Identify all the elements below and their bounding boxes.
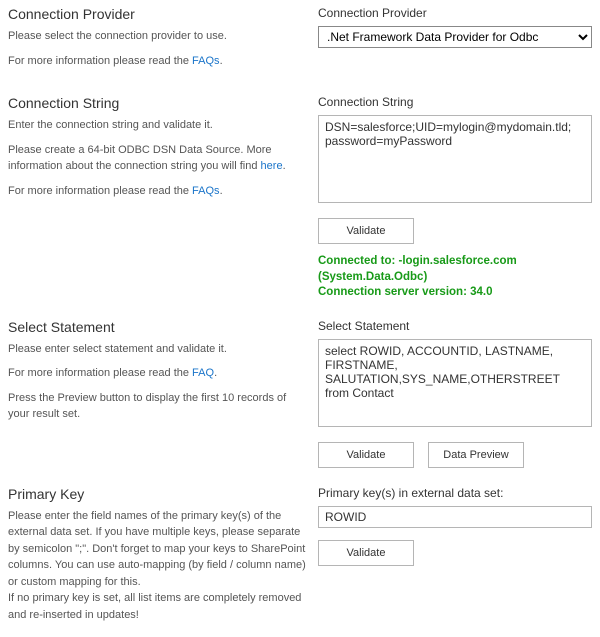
- provider-title: Connection Provider: [8, 6, 308, 22]
- connstr-field-label: Connection String: [318, 95, 592, 109]
- pk-input[interactable]: [318, 506, 592, 528]
- select-preview-note: Press the Preview button to display the …: [8, 390, 308, 423]
- select-more-info: For more information please read the FAQ…: [8, 365, 308, 382]
- connstr-faqs-link[interactable]: FAQs: [192, 185, 220, 197]
- connstr-textarea[interactable]: [318, 115, 592, 203]
- connstr-more-info: For more information please read the FAQ…: [8, 183, 308, 200]
- pk-validate-button[interactable]: Validate: [318, 540, 414, 566]
- pk-desc: Please enter the field names of the prim…: [8, 508, 308, 624]
- select-title: Select Statement: [8, 319, 308, 335]
- select-desc: Please enter select statement and valida…: [8, 341, 308, 358]
- connstr-note: Please create a 64-bit ODBC DSN Data Sou…: [8, 142, 308, 175]
- select-validate-button[interactable]: Validate: [318, 442, 414, 468]
- provider-more-info: For more information please read the FAQ…: [8, 53, 308, 70]
- provider-faqs-link[interactable]: FAQs: [192, 55, 220, 67]
- select-field-label: Select Statement: [318, 319, 592, 333]
- connstr-validate-button[interactable]: Validate: [318, 218, 414, 244]
- connstr-here-link[interactable]: here: [261, 160, 283, 172]
- select-textarea[interactable]: [318, 339, 592, 427]
- select-faq-link[interactable]: FAQ: [192, 367, 214, 379]
- provider-select[interactable]: .Net Framework Data Provider for Odbc: [318, 26, 592, 48]
- connstr-desc: Enter the connection string and validate…: [8, 117, 308, 134]
- provider-field-label: Connection Provider: [318, 6, 592, 20]
- provider-desc: Please select the connection provider to…: [8, 28, 308, 45]
- pk-field-label: Primary key(s) in external data set:: [318, 486, 592, 500]
- connstr-title: Connection String: [8, 95, 308, 111]
- connstr-status: Connected to: -login.salesforce.com (Sys…: [318, 254, 592, 301]
- pk-title: Primary Key: [8, 486, 308, 502]
- select-data-preview-button[interactable]: Data Preview: [428, 442, 524, 468]
